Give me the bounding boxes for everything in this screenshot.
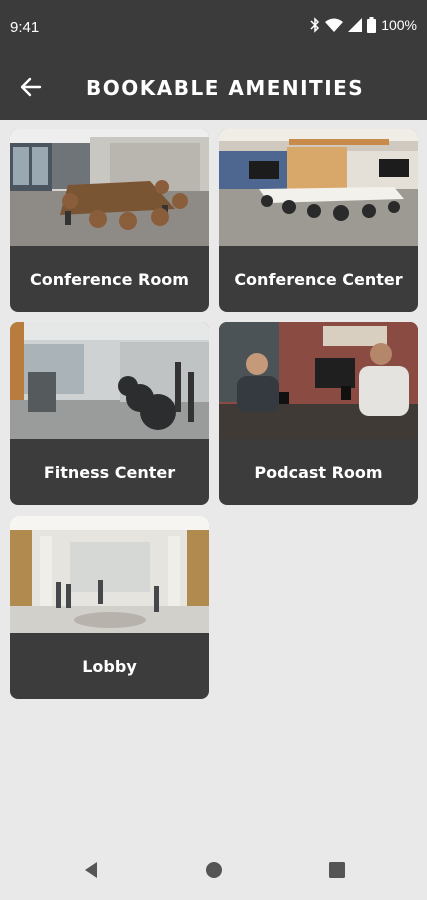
bluetooth-icon — [310, 17, 320, 33]
podcast-room-image — [219, 322, 418, 439]
system-back-button[interactable] — [75, 856, 107, 888]
wifi-icon — [325, 18, 344, 32]
system-home-button[interactable] — [198, 856, 230, 888]
lobby-image — [10, 516, 209, 633]
app-bar: BOOKABLE AMENITIES — [0, 58, 427, 120]
signal-icon — [348, 18, 363, 32]
fitness-center-image — [10, 322, 209, 439]
back-triangle-icon — [82, 861, 100, 884]
arrow-left-icon — [20, 76, 42, 103]
amenity-label: Lobby — [82, 656, 137, 676]
amenity-card-conference-room[interactable]: Conference Room — [10, 129, 209, 312]
conference-room-image — [10, 129, 209, 246]
conference-center-image — [219, 129, 418, 246]
battery-icon — [367, 17, 377, 33]
amenity-card-podcast-room[interactable]: Podcast Room — [219, 322, 418, 505]
home-circle-icon — [205, 861, 223, 884]
amenity-label: Podcast Room — [254, 462, 383, 482]
amenity-card-lobby[interactable]: Lobby — [10, 516, 209, 699]
amenity-card-fitness-center[interactable]: Fitness Center — [10, 322, 209, 505]
amenity-label: Conference Center — [234, 269, 403, 289]
status-icons: 100% — [310, 17, 417, 33]
recents-square-icon — [328, 861, 346, 884]
status-bar: 9:41 100% — [0, 0, 427, 58]
page-title: BOOKABLE AMENITIES — [86, 76, 365, 100]
battery-percent: 100% — [381, 17, 417, 33]
amenity-label: Fitness Center — [43, 462, 176, 482]
system-nav-bar — [0, 844, 427, 900]
back-button[interactable] — [14, 72, 48, 106]
status-time: 9:41 — [10, 19, 40, 36]
amenity-label: Conference Room — [30, 269, 189, 289]
system-recents-button[interactable] — [321, 856, 353, 888]
amenity-card-conference-center[interactable]: Conference Center — [219, 129, 418, 312]
